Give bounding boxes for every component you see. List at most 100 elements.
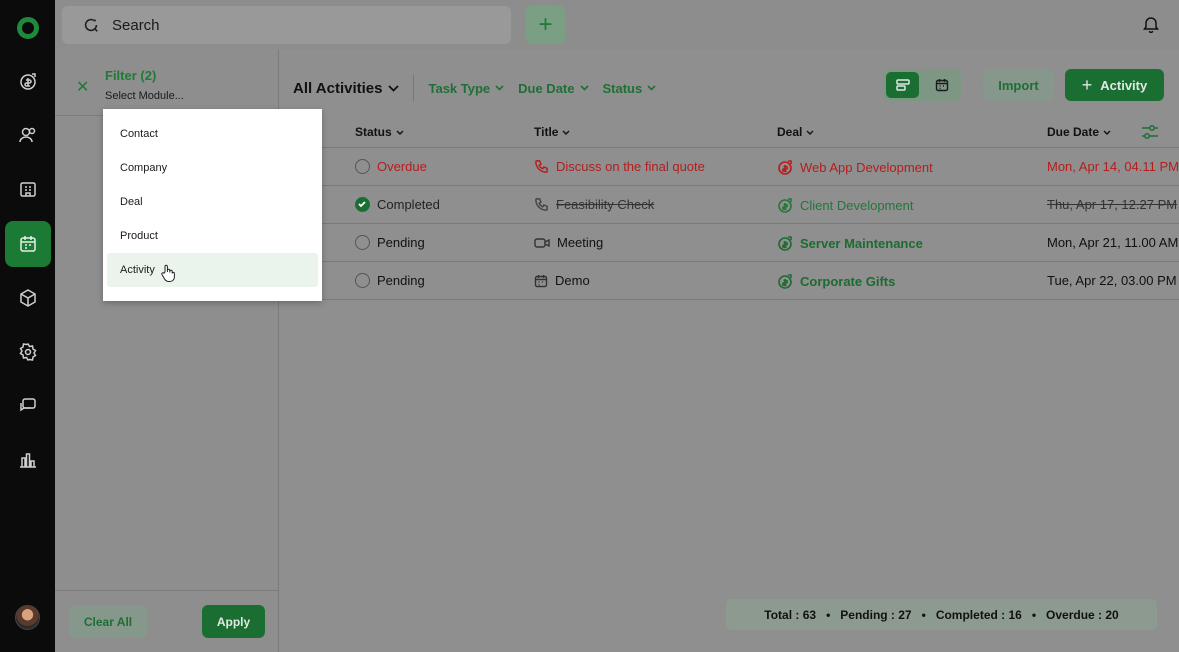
column-settings-icon[interactable] bbox=[1141, 124, 1159, 145]
filter-due-date[interactable]: Due Date bbox=[518, 81, 589, 96]
due-date-cell: Mon, Apr 21, 11.00 AM bbox=[1047, 235, 1178, 250]
column-header-deal[interactable]: Deal bbox=[777, 125, 814, 139]
due-date-label: Mon, Apr 14, 04.11 PM bbox=[1047, 159, 1179, 174]
nav-messages-icon[interactable] bbox=[0, 383, 55, 429]
title-cell[interactable]: Meeting bbox=[534, 235, 603, 250]
add-activity-button[interactable]: + Activity bbox=[1065, 69, 1164, 101]
module-option-deal[interactable]: Deal bbox=[107, 185, 318, 219]
module-option-contact[interactable]: Contact bbox=[107, 117, 318, 151]
deal-label: Client Development bbox=[800, 197, 914, 213]
title-label: Feasibility Check bbox=[556, 197, 655, 212]
table-row[interactable]: Overdue Discuss on the final quote Web A… bbox=[279, 148, 1179, 186]
nav-products-icon[interactable] bbox=[0, 275, 55, 321]
due-date-cell: Thu, Apr 17, 12.27 PM bbox=[1047, 197, 1177, 212]
title-cell[interactable]: Demo bbox=[534, 273, 590, 288]
view-title: All Activities bbox=[293, 79, 383, 97]
summary-pending: Pending : 27 bbox=[840, 607, 912, 622]
table-row[interactable]: Pending Meeting Server Maintenance Mon, … bbox=[279, 224, 1179, 262]
chevron-down-icon bbox=[562, 130, 570, 135]
add-activity-label: Activity bbox=[1100, 77, 1148, 93]
column-header-due-date[interactable]: Due Date bbox=[1047, 125, 1111, 139]
video-icon bbox=[534, 237, 550, 248]
search-input[interactable]: Search bbox=[62, 6, 511, 44]
table-row[interactable]: Pending Demo Corporate Gifts Tue, Apr 22… bbox=[279, 262, 1179, 300]
phone-icon bbox=[535, 198, 548, 211]
status-label: Overdue bbox=[377, 159, 427, 174]
summary-total: Total : 63 bbox=[764, 607, 817, 622]
clear-all-button[interactable]: Clear All bbox=[69, 605, 147, 638]
nav-activities-icon[interactable] bbox=[5, 221, 51, 267]
title-cell[interactable]: Feasibility Check bbox=[534, 197, 654, 212]
activities-main: All Activities Task Type Due Date Status… bbox=[279, 50, 1179, 652]
chevron-down-icon bbox=[1103, 130, 1111, 135]
view-mode-toggle bbox=[883, 69, 961, 101]
due-date-label: Thu, Apr 17, 12.27 PM bbox=[1047, 197, 1178, 212]
notification-bell-icon[interactable] bbox=[1143, 15, 1159, 38]
due-date-label: Tue, Apr 22, 03.00 PM bbox=[1047, 273, 1177, 288]
filter-task-type[interactable]: Task Type bbox=[428, 81, 504, 96]
deal-cell[interactable]: Web App Development bbox=[777, 159, 933, 175]
list-view-icon[interactable] bbox=[886, 72, 919, 98]
table-row[interactable]: Completed Feasibility Check Client Devel… bbox=[279, 186, 1179, 224]
deal-icon bbox=[778, 198, 792, 213]
deal-label: Web App Development bbox=[800, 159, 933, 175]
deal-cell[interactable]: Client Development bbox=[777, 197, 913, 213]
chevron-down-icon bbox=[388, 84, 400, 92]
filter-status[interactable]: Status bbox=[603, 81, 657, 96]
apply-button[interactable]: Apply bbox=[202, 605, 265, 638]
title-cell[interactable]: Discuss on the final quote bbox=[534, 159, 705, 174]
title-label: Discuss on the final quote bbox=[556, 159, 705, 174]
user-avatar[interactable] bbox=[15, 605, 40, 630]
import-button[interactable]: Import bbox=[983, 69, 1054, 101]
module-option-activity[interactable]: Activity bbox=[107, 253, 318, 287]
status-cell: Completed bbox=[355, 197, 440, 212]
deal-icon bbox=[778, 274, 792, 289]
module-option-product[interactable]: Product bbox=[107, 219, 318, 253]
close-filter-icon[interactable]: ✕ bbox=[76, 77, 89, 97]
column-header-title[interactable]: Title bbox=[534, 125, 570, 139]
filter-title: Filter (2) bbox=[105, 68, 157, 83]
divider bbox=[413, 75, 415, 101]
deal-icon bbox=[778, 236, 792, 251]
status-radio[interactable] bbox=[355, 159, 370, 174]
summary-bar: Total : 63 • Pending : 27 • Completed : … bbox=[726, 599, 1157, 630]
chevron-down-icon bbox=[396, 130, 404, 135]
column-label: Deal bbox=[777, 125, 803, 139]
module-select[interactable]: Select Module... bbox=[105, 90, 184, 102]
status-label: Pending bbox=[377, 235, 425, 250]
module-option-company[interactable]: Company bbox=[107, 151, 318, 185]
filter-chip-label: Status bbox=[602, 80, 643, 96]
app-logo[interactable] bbox=[17, 17, 39, 39]
nav-deals-icon[interactable] bbox=[0, 58, 55, 104]
search-placeholder: Search bbox=[112, 16, 160, 34]
status-radio[interactable] bbox=[355, 273, 370, 288]
hand-cursor-icon bbox=[161, 264, 175, 287]
due-date-cell: Tue, Apr 22, 03.00 PM bbox=[1047, 273, 1177, 288]
top-bar: Search + bbox=[55, 0, 1179, 50]
nav-companies-icon[interactable] bbox=[0, 166, 55, 212]
column-label: Title bbox=[534, 125, 559, 139]
due-date-label: Mon, Apr 21, 11.00 AM bbox=[1047, 235, 1179, 250]
plus-icon: + bbox=[1081, 74, 1093, 95]
nav-settings-icon[interactable] bbox=[0, 329, 55, 375]
nav-reports-icon[interactable] bbox=[0, 437, 55, 483]
status-cell: Overdue bbox=[355, 159, 427, 174]
separator: • bbox=[826, 607, 831, 622]
column-header-status[interactable]: Status bbox=[355, 125, 404, 139]
quick-add-button[interactable]: + bbox=[526, 5, 565, 44]
nav-contacts-icon[interactable] bbox=[0, 112, 55, 158]
deal-label: Corporate Gifts bbox=[800, 273, 896, 289]
plus-icon: + bbox=[538, 10, 553, 38]
view-selector[interactable]: All Activities bbox=[293, 79, 400, 97]
separator: • bbox=[1031, 607, 1037, 622]
left-nav-rail bbox=[0, 0, 55, 652]
status-radio[interactable] bbox=[355, 235, 370, 250]
status-label: Completed bbox=[377, 197, 440, 212]
deal-cell[interactable]: Corporate Gifts bbox=[777, 273, 895, 289]
separator: • bbox=[921, 607, 926, 622]
column-label: Due Date bbox=[1047, 125, 1100, 139]
chevron-down-icon bbox=[495, 85, 504, 91]
deal-cell[interactable]: Server Maintenance bbox=[777, 235, 923, 251]
completed-check-icon[interactable] bbox=[355, 197, 370, 212]
calendar-view-icon[interactable] bbox=[925, 72, 958, 98]
